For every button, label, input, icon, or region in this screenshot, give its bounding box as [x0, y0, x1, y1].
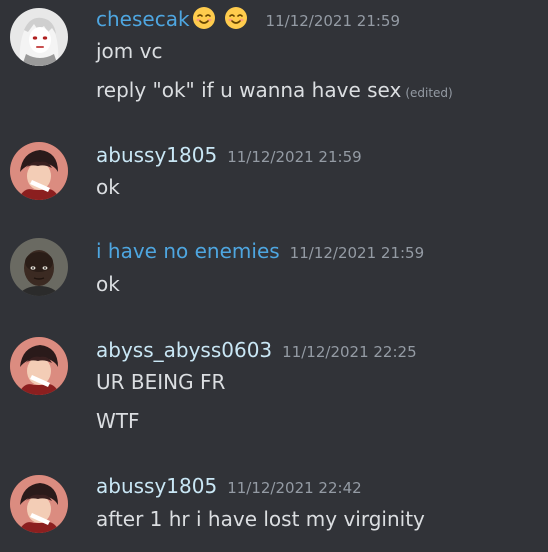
- timestamp: 11/12/2021 21:59: [227, 148, 362, 166]
- avatar[interactable]: [10, 8, 68, 66]
- username[interactable]: i have no enemies: [96, 239, 280, 263]
- message-text: UR BEING FR: [96, 370, 226, 394]
- avatar[interactable]: [10, 475, 68, 533]
- timestamp: 11/12/2021 22:42: [227, 479, 362, 497]
- username[interactable]: abyss_abyss0603: [96, 338, 272, 362]
- smiling-face-emoji-icon: [224, 6, 248, 30]
- username[interactable]: abussy1805: [96, 474, 217, 498]
- message-header: chesecak 11/12/2021 21:59: [96, 6, 400, 34]
- avatar[interactable]: [10, 337, 68, 395]
- message-text: ok: [96, 175, 120, 199]
- edited-marker: (edited): [405, 86, 453, 100]
- message-text: ok: [96, 272, 120, 296]
- timestamp: 11/12/2021 22:25: [282, 343, 417, 361]
- message-text: reply "ok" if u wanna have sex: [96, 78, 402, 102]
- message-text: jom vc: [96, 39, 163, 63]
- message-header: i have no enemies 11/12/2021 21:59: [96, 238, 424, 266]
- smiling-face-emoji-icon: [192, 6, 216, 30]
- message-text: WTF: [96, 409, 140, 433]
- username[interactable]: chesecak: [96, 7, 190, 31]
- message-text: after 1 hr i have lost my virginity: [96, 507, 425, 531]
- message-header: abussy1805 11/12/2021 21:59: [96, 142, 362, 170]
- timestamp: 11/12/2021 21:59: [265, 12, 400, 30]
- message-header: abussy1805 11/12/2021 22:42: [96, 473, 362, 501]
- chat-log: chesecak 11/12/2021 21:59 jom vc reply "o…: [0, 0, 548, 552]
- avatar[interactable]: [10, 142, 68, 200]
- avatar[interactable]: [10, 238, 68, 296]
- username[interactable]: abussy1805: [96, 143, 217, 167]
- message-text-row: reply "ok" if u wanna have sex (edited): [96, 77, 453, 106]
- timestamp: 11/12/2021 21:59: [289, 244, 425, 262]
- message-header: abyss_abyss0603 11/12/2021 22:25: [96, 337, 417, 365]
